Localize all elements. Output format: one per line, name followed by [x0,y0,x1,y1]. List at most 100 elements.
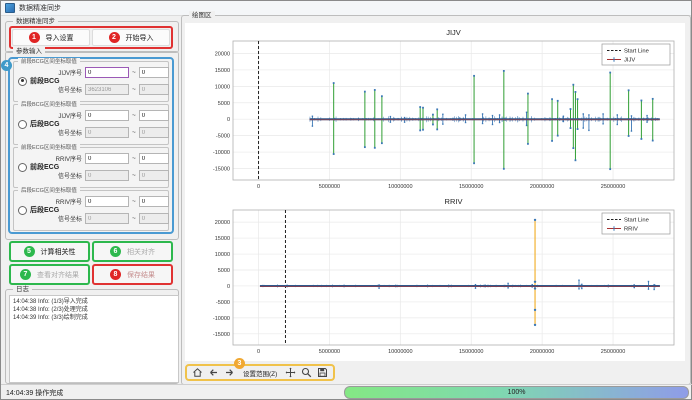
log-line: 14:04:38 Info: (2/3)处理完成 [13,306,175,314]
front-bcg-index-to-input[interactable] [139,67,169,78]
back-icon[interactable] [208,367,219,378]
front-bcg-radio[interactable] [18,77,27,86]
zoom-icon[interactable] [301,367,312,378]
front-ecg-index-to-input[interactable] [139,153,169,164]
svg-text:25000000: 25000000 [601,349,625,355]
start-import-button[interactable]: 2 开始导入 [92,29,170,46]
jijv-index-label: JIJV序号 [50,68,82,77]
svg-text:-10000: -10000 [213,150,230,156]
front-ecg-radio[interactable] [18,163,27,172]
rear-bcg-legend: 后段BCG区间坐标取值 [18,101,80,110]
tilde: ~ [132,198,136,205]
front-bcg-coord-from-input[interactable] [85,84,129,95]
svg-text:15000000: 15000000 [459,184,483,190]
svg-text:-15000: -15000 [213,166,230,172]
front-ecg-index-from-input[interactable] [85,153,129,164]
sync-group-title: 数据精准同步 [13,17,58,26]
svg-text:20000: 20000 [215,220,230,226]
signal-coord-label: 信号坐标 [50,128,82,137]
step-badge-2: 2 [109,32,120,43]
front-ecg-legend: 前段ECG区间坐标取值 [18,144,80,153]
svg-text:-5000: -5000 [216,300,230,306]
svg-text:15000000: 15000000 [459,349,483,355]
params-group-title: 参数输入 [13,47,45,56]
home-icon[interactable] [192,367,203,378]
svg-text:10000: 10000 [215,252,230,258]
rear-bcg-index-from-input[interactable] [85,110,129,121]
rear-ecg-index-from-input[interactable] [85,196,129,207]
view-align-result-label: 查看对齐结果 [37,270,79,280]
statusbar-divider [1,384,692,385]
step-badge-1: 1 [29,32,40,43]
pan-icon[interactable] [285,367,296,378]
plot-group-title: 绘图区 [189,11,215,20]
svg-text:-15000: -15000 [213,332,230,338]
rear-bcg-index-to-input[interactable] [139,110,169,121]
jijv-chart[interactable]: 20000150001000050000-5000-10000-15000050… [187,26,683,199]
signal-coord-label: 信号坐标 [50,85,82,94]
front-bcg-index-from-input[interactable] [85,67,129,78]
rriv-chart[interactable]: 20000 15000 10000 5000 0 -5000 -10000 -15000 0 50… [187,195,683,364]
front-bcg-legend: 前段BCG区间坐标取值 [18,58,80,67]
tilde: ~ [132,215,136,222]
compute-correlation-button[interactable]: 5 计算相关性 [9,241,90,262]
svg-text:5000000: 5000000 [319,349,340,355]
log-output[interactable]: 14:04:38 Info: (1/3)导入完成 14:04:38 Info: … [9,295,179,383]
rear-ecg-radio[interactable] [18,206,27,215]
window-title: 数据精准同步 [19,3,61,13]
tilde: ~ [132,86,136,93]
svg-text:JIJV: JIJV [446,28,461,37]
svg-text:25000000: 25000000 [601,184,625,190]
step-badge-6: 6 [110,246,121,257]
plot-toolbar: 3 设置范围(Z) [185,364,335,381]
rear-bcg-coord-from-input[interactable] [85,127,129,138]
app-window: { "window": { "title": "数据精准同步" }, "left… [0,0,692,400]
signal-coord-label: 信号坐标 [50,214,82,223]
view-align-result-button[interactable]: 7 查看对齐结果 [9,264,90,285]
rear-ecg-index-to-input[interactable] [139,196,169,207]
svg-text:0: 0 [257,349,260,355]
status-message: 14:04:39 操作完成 [6,388,63,398]
svg-text:10000: 10000 [215,84,230,90]
svg-text:20000: 20000 [215,51,230,57]
rear-bcg-group: 后段BCG区间坐标取值 后段BCG JIJV序号 ~ 信号坐标 ~ [13,104,169,145]
svg-text:10000000: 10000000 [388,184,412,190]
rear-ecg-group: 后段ECG区间坐标取值 后段ECG RRIV序号 ~ 信号坐标 ~ [13,190,169,231]
svg-text:0: 0 [227,117,230,123]
svg-text:5000: 5000 [218,268,230,274]
rriv-index-label: RRIV序号 [50,154,82,163]
tilde: ~ [132,112,136,119]
rear-ecg-legend: 后段ECG区间坐标取值 [18,187,80,196]
rear-ecg-coord-to-input[interactable] [139,213,169,224]
front-bcg-coord-to-input[interactable] [139,84,169,95]
set-range-button[interactable]: 3 设置范围(Z) [240,367,280,379]
svg-text:-10000: -10000 [213,316,230,322]
tilde: ~ [132,155,136,162]
svg-text:5000000: 5000000 [319,184,340,190]
save-result-button[interactable]: 8 保存结果 [92,264,173,285]
front-ecg-coord-from-input[interactable] [85,170,129,181]
step-badge-4: 4 [1,60,12,71]
svg-text:15000: 15000 [215,68,230,74]
title-bar: 数据精准同步 [1,1,691,16]
rear-ecg-coord-from-input[interactable] [85,213,129,224]
action-button-grid: 5 计算相关性 6 相关对齐 7 查看对齐结果 8 保存结果 [9,241,173,285]
rear-bcg-radio[interactable] [18,120,27,129]
signal-coord-label: 信号坐标 [50,171,82,180]
front-ecg-coord-to-input[interactable] [139,170,169,181]
rriv-index-label: RRIV序号 [50,197,82,206]
save-icon[interactable] [317,367,328,378]
svg-text:15000: 15000 [215,236,230,242]
rear-bcg-coord-to-input[interactable] [139,127,169,138]
import-settings-button[interactable]: 1 导入设置 [12,29,90,46]
front-bcg-group: 前段BCG区间坐标取值 前段BCG JIJV序号 ~ 信号坐标 ~ [13,61,169,102]
step-badge-8: 8 [110,269,121,280]
forward-icon[interactable] [224,367,235,378]
svg-text:0: 0 [227,284,230,290]
svg-text:Start Line: Start Line [624,218,649,224]
svg-text:RRIV: RRIV [445,197,463,206]
svg-text:20000000: 20000000 [530,184,554,190]
svg-text:0: 0 [257,184,260,190]
correlation-align-button[interactable]: 6 相关对齐 [92,241,173,262]
svg-text:10000000: 10000000 [388,349,412,355]
